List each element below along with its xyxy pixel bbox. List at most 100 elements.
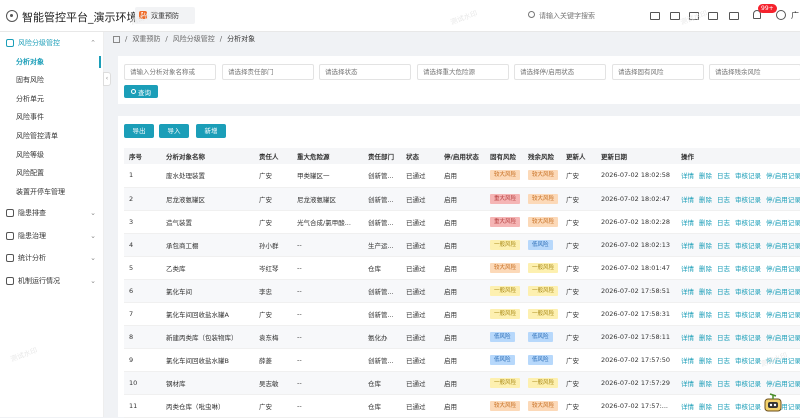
delete-link[interactable]: 删除	[699, 403, 712, 411]
enable-record-link[interactable]: 停/启用记录	[766, 219, 800, 227]
log-link[interactable]: 日志	[717, 403, 730, 411]
table-row[interactable]: 5 乙类库 岑红琴 -- 仓库 已通过 启用 较大风险 一般风险 广安 2026-07-02 18:…	[124, 256, 800, 280]
detail-link[interactable]: 详情	[681, 242, 694, 250]
enable-record-link[interactable]: 停/启用记录	[766, 288, 800, 296]
detail-link[interactable]: 详情	[681, 380, 694, 388]
detail-link[interactable]: 详情	[681, 311, 694, 319]
detail-link[interactable]: 详情	[681, 403, 694, 411]
name-filter-input[interactable]	[124, 64, 216, 80]
sidebar-collapse-button[interactable]: ‹	[103, 72, 111, 86]
sidebar-group-mechanism[interactable]: 机制运行情况 ⌄	[6, 274, 98, 288]
search-input[interactable]	[539, 10, 634, 22]
enable-record-link[interactable]: 停/启用记录	[766, 265, 800, 273]
document-icon[interactable]	[729, 12, 739, 20]
department-select[interactable]	[222, 64, 314, 80]
sidebar-item-risk-event[interactable]: 风险事件	[16, 110, 44, 124]
table-row[interactable]: 8 新建丙类库（包装物库） 袁东梅 -- 氨化办 已通过 启用 低风险 低风险 广安 2026-07…	[124, 325, 800, 349]
delete-link[interactable]: 删除	[699, 311, 712, 319]
enable-record-link[interactable]: 停/启用记录	[766, 311, 800, 319]
sidebar-group-statistics[interactable]: 统计分析 ⌄	[6, 251, 98, 265]
log-link[interactable]: 日志	[717, 380, 730, 388]
residual-risk-select[interactable]	[709, 64, 800, 80]
log-link[interactable]: 日志	[717, 196, 730, 204]
inherent-risk-select[interactable]	[612, 64, 704, 80]
sidebar-group-hazard-check[interactable]: 隐患排查 ⌄	[6, 206, 98, 220]
calendar-icon[interactable]	[670, 12, 680, 20]
log-link[interactable]: 日志	[717, 288, 730, 296]
query-button[interactable]: 查询	[124, 85, 158, 98]
mail-icon[interactable]	[708, 12, 718, 20]
sidebar-group-risk-control[interactable]: 风险分级管控 ⌃	[6, 36, 98, 50]
delete-link[interactable]: 删除	[699, 172, 712, 180]
breadcrumb-item[interactable]: 双重预防	[132, 34, 160, 44]
log-link[interactable]: 日志	[717, 357, 730, 365]
log-link[interactable]: 日志	[717, 172, 730, 180]
hazard-source-select[interactable]	[417, 64, 509, 80]
global-search[interactable]	[528, 10, 638, 22]
audit-record-link[interactable]: 审核记录	[735, 311, 761, 319]
delete-link[interactable]: 删除	[699, 196, 712, 204]
sidebar-item-risk-config[interactable]: 风险配置	[16, 166, 44, 180]
detail-link[interactable]: 详情	[681, 288, 694, 296]
import-button[interactable]: 导入	[159, 124, 189, 138]
breadcrumb-item[interactable]: 风险分级管控	[173, 34, 215, 44]
delete-link[interactable]: 删除	[699, 334, 712, 342]
status-select[interactable]	[319, 64, 411, 80]
audit-record-link[interactable]: 审核记录	[735, 357, 761, 365]
delete-link[interactable]: 删除	[699, 265, 712, 273]
assistant-robot-icon[interactable]	[763, 391, 783, 413]
enable-record-link[interactable]: 停/启用记录	[766, 357, 800, 365]
sidebar-item-device-startstop[interactable]: 装置开停车管理	[16, 185, 65, 199]
log-link[interactable]: 日志	[717, 242, 730, 250]
detail-link[interactable]: 详情	[681, 196, 694, 204]
log-link[interactable]: 日志	[717, 311, 730, 319]
sidebar-item-risk-list[interactable]: 风险管控清单	[16, 129, 58, 143]
delete-link[interactable]: 删除	[699, 242, 712, 250]
detail-link[interactable]: 详情	[681, 219, 694, 227]
audit-record-link[interactable]: 审核记录	[735, 403, 761, 411]
enable-record-link[interactable]: 停/启用记录	[766, 172, 800, 180]
system-tab[interactable]: ↻ 双重预防	[135, 7, 195, 24]
audit-record-link[interactable]: 审核记录	[735, 219, 761, 227]
table-row[interactable]: 11 丙类仓库（吡虫啉） 广安 -- 仓库 已通过 启用 较大风险 较大风险 广安 2026-07-…	[124, 394, 800, 418]
enable-status-select[interactable]	[514, 64, 606, 80]
sidebar-item-inherent-risk[interactable]: 固有风险	[16, 73, 44, 87]
table-row[interactable]: 7 氯化车间回收盐水罐A 广安 -- 创新管... 已通过 启用 一般风险 一般风险 广安 2026…	[124, 302, 800, 326]
audit-record-link[interactable]: 审核记录	[735, 172, 761, 180]
table-row[interactable]: 10 钢材库 吴志敏 -- 仓库 已通过 启用 一般风险 一般风险 广安 2026-07-02 17…	[124, 371, 800, 395]
settings-gear-icon[interactable]	[776, 10, 786, 20]
log-link[interactable]: 日志	[717, 219, 730, 227]
enable-record-link[interactable]: 停/启用记录	[766, 334, 800, 342]
table-row[interactable]: 6 氯化车间 李忠 -- 创新管... 已通过 启用 一般风险 一般风险 广安 2026-07-02…	[124, 279, 800, 303]
audit-record-link[interactable]: 审核记录	[735, 196, 761, 204]
delete-link[interactable]: 删除	[699, 219, 712, 227]
user-name[interactable]: 广	[791, 10, 799, 21]
home-icon[interactable]	[113, 35, 120, 43]
export-button[interactable]: 导出	[124, 124, 154, 138]
enable-record-link[interactable]: 停/启用记录	[766, 380, 800, 388]
audit-record-link[interactable]: 审核记录	[735, 242, 761, 250]
message-icon[interactable]	[689, 12, 699, 20]
sidebar-item-analysis-object[interactable]: 分析对象	[16, 55, 44, 69]
detail-link[interactable]: 详情	[681, 334, 694, 342]
enable-record-link[interactable]: 停/启用记录	[766, 242, 800, 250]
delete-link[interactable]: 删除	[699, 357, 712, 365]
log-link[interactable]: 日志	[717, 334, 730, 342]
add-button[interactable]: 新增	[196, 124, 226, 138]
table-row[interactable]: 1 废水处理装置 广安 甲类罐区一 创新管... 已通过 启用 较大风险 较大风险 广安 2026-…	[124, 164, 800, 188]
table-row[interactable]: 4 承包商工棚 孙小群 -- 生产运... 已通过 启用 一般风险 低风险 广安 2026-07-0…	[124, 233, 800, 257]
detail-link[interactable]: 详情	[681, 357, 694, 365]
audit-record-link[interactable]: 审核记录	[735, 334, 761, 342]
sidebar-item-analysis-unit[interactable]: 分析单元	[16, 92, 44, 106]
table-row[interactable]: 2 尼龙液氨罐区 广安 尼龙液氨罐区 创新管... 已通过 启用 重大风险 较大风险 广安 2026…	[124, 187, 800, 211]
enable-record-link[interactable]: 停/启用记录	[766, 196, 800, 204]
table-row[interactable]: 9 氯化车间回收盐水罐B 薛菱 -- 创新管... 已通过 启用 低风险 低风险 广安 2026-0…	[124, 348, 800, 372]
detail-link[interactable]: 详情	[681, 265, 694, 273]
audit-record-link[interactable]: 审核记录	[735, 288, 761, 296]
audit-record-link[interactable]: 审核记录	[735, 265, 761, 273]
detail-link[interactable]: 详情	[681, 172, 694, 180]
delete-link[interactable]: 删除	[699, 380, 712, 388]
table-row[interactable]: 3 造气装置 广安 光气合成/氯甲酸... 创新管... 已通过 启用 重大风险 较大风险 广安 2…	[124, 210, 800, 234]
audit-record-link[interactable]: 审核记录	[735, 380, 761, 388]
sidebar-item-risk-level[interactable]: 风险等级	[16, 148, 44, 162]
